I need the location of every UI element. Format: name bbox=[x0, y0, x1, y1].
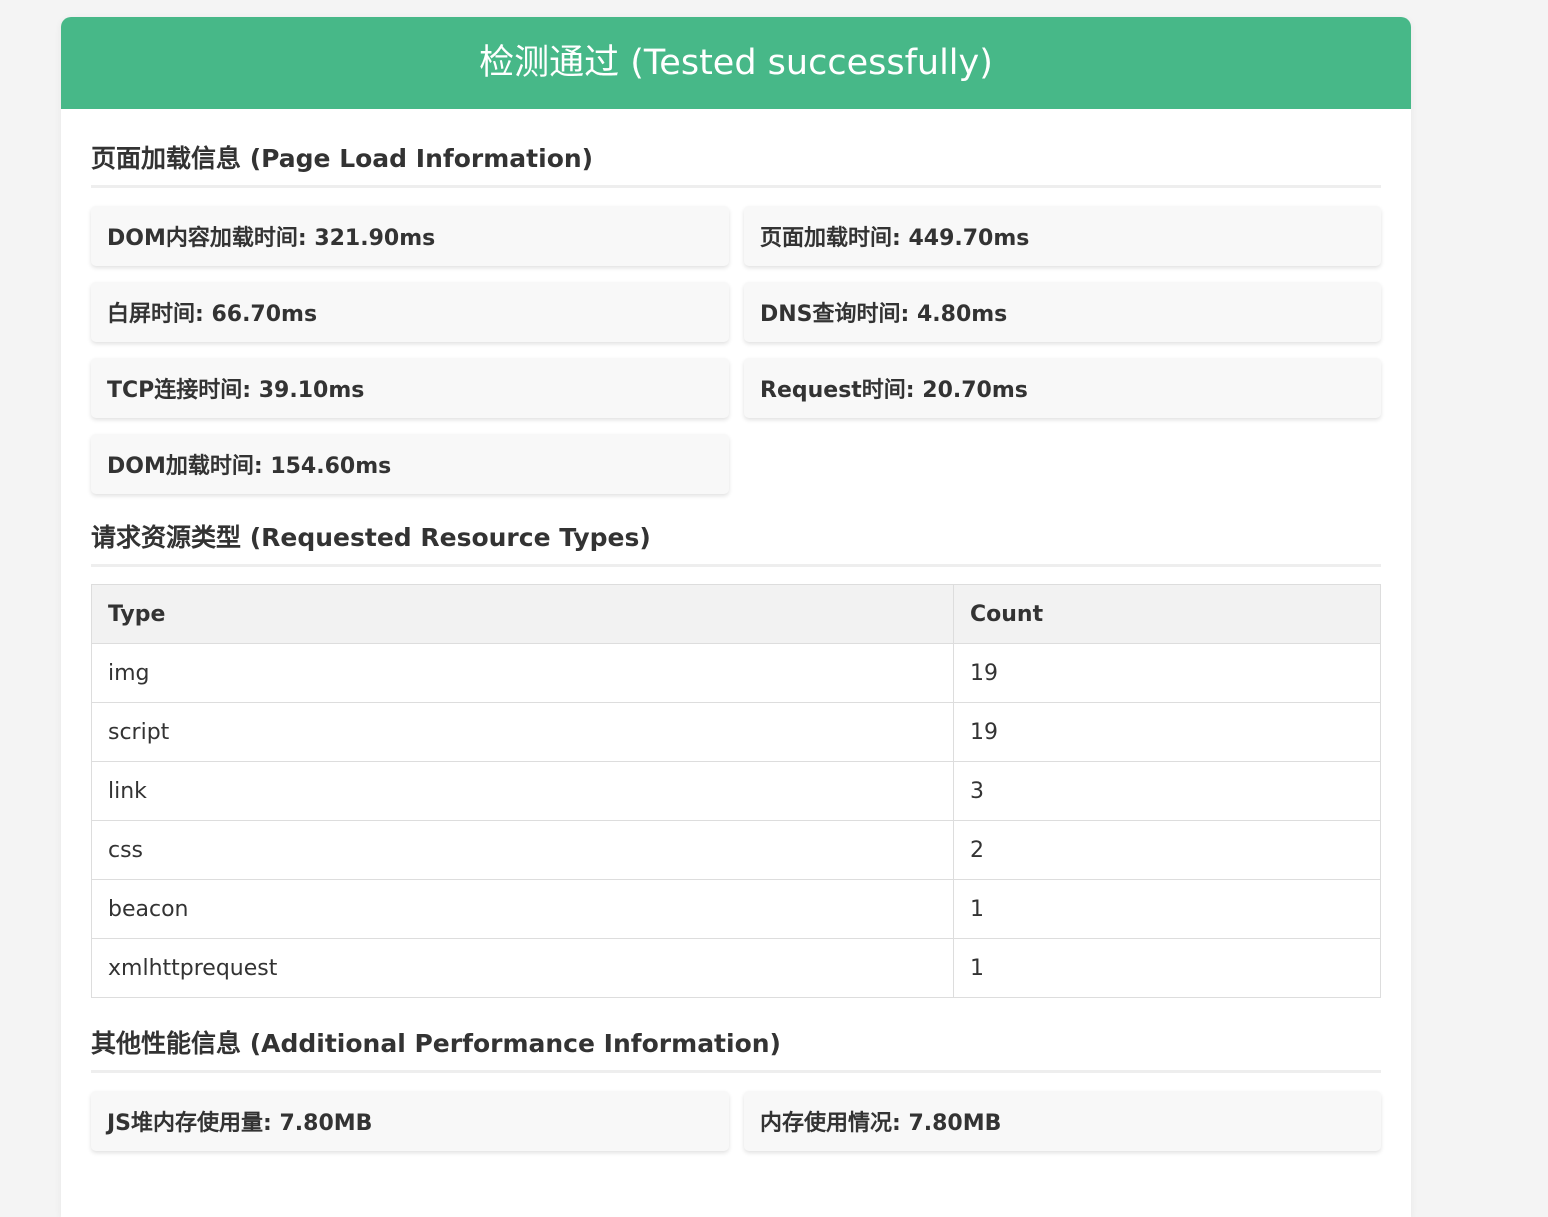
metric-white-screen: 白屏时间: 66.70ms bbox=[91, 282, 729, 342]
page-load-section-title: 页面加载信息 (Page Load Information) bbox=[91, 133, 1381, 188]
metric-js-heap: JS堆内存使用量: 7.80MB bbox=[91, 1091, 729, 1151]
metric-dns-lookup: DNS查询时间: 4.80ms bbox=[744, 282, 1381, 342]
resource-count-cell: 3 bbox=[953, 761, 1381, 821]
table-row: script 19 bbox=[91, 702, 1381, 762]
table-row: beacon 1 bbox=[91, 879, 1381, 939]
resource-count-cell: 1 bbox=[953, 879, 1381, 939]
metric-page-load: 页面加载时间: 449.70ms bbox=[744, 206, 1381, 266]
additional-metrics: JS堆内存使用量: 7.80MB 内存使用情况: 7.80MB bbox=[91, 1091, 1381, 1151]
content-area: 页面加载信息 (Page Load Information) DOM内容加载时间… bbox=[61, 133, 1411, 1151]
resource-type-cell: link bbox=[91, 761, 954, 821]
result-card: 检测通过 (Tested successfully) 页面加载信息 (Page … bbox=[61, 17, 1411, 1217]
metric-memory-usage: 内存使用情况: 7.80MB bbox=[744, 1091, 1381, 1151]
resource-count-cell: 19 bbox=[953, 643, 1381, 703]
type-column-header: Type bbox=[91, 584, 954, 644]
status-header: 检测通过 (Tested successfully) bbox=[61, 17, 1411, 109]
count-column-header: Count bbox=[953, 584, 1381, 644]
table-row: link 3 bbox=[91, 761, 1381, 821]
resource-types-section-title: 请求资源类型 (Requested Resource Types) bbox=[91, 512, 1381, 567]
metric-request: Request时间: 20.70ms bbox=[744, 358, 1381, 418]
resource-type-cell: beacon bbox=[91, 879, 954, 939]
metric-tcp-connect: TCP连接时间: 39.10ms bbox=[91, 358, 729, 418]
table-row: xmlhttprequest 1 bbox=[91, 938, 1381, 998]
resource-type-cell: css bbox=[91, 820, 954, 880]
table-header-row: Type Count bbox=[91, 584, 1381, 644]
resource-count-cell: 1 bbox=[953, 938, 1381, 998]
table-row: css 2 bbox=[91, 820, 1381, 880]
resource-type-cell: xmlhttprequest bbox=[91, 938, 954, 998]
resource-count-cell: 19 bbox=[953, 702, 1381, 762]
resource-types-table: Type Count img 19 script 19 link 3 css 2… bbox=[91, 584, 1381, 998]
metric-dom-content-loaded: DOM内容加载时间: 321.90ms bbox=[91, 206, 729, 266]
table-row: img 19 bbox=[91, 643, 1381, 703]
additional-performance-section-title: 其他性能信息 (Additional Performance Informati… bbox=[91, 1018, 1381, 1073]
metric-dom-load: DOM加载时间: 154.60ms bbox=[91, 434, 729, 494]
resource-count-cell: 2 bbox=[953, 820, 1381, 880]
resource-type-cell: img bbox=[91, 643, 954, 703]
page-load-metrics: DOM内容加载时间: 321.90ms 页面加载时间: 449.70ms 白屏时… bbox=[91, 206, 1381, 494]
resource-type-cell: script bbox=[91, 702, 954, 762]
